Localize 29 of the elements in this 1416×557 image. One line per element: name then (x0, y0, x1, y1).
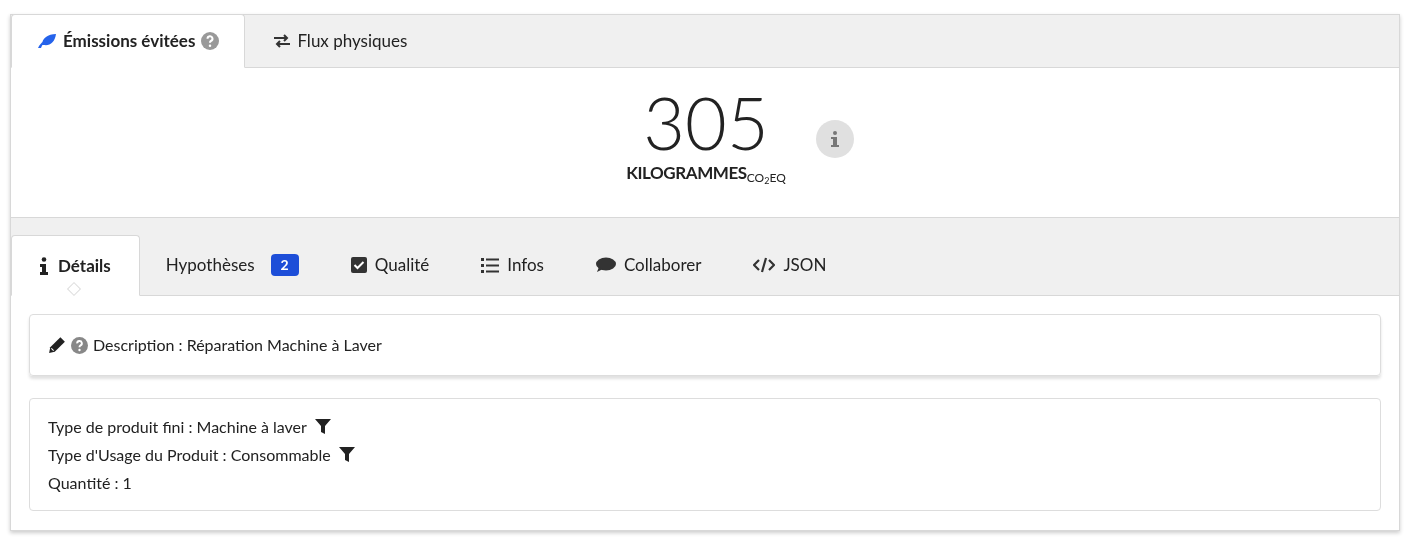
tab[interactable]: JSON (727, 235, 853, 295)
list-icon (481, 257, 500, 273)
property-text: Type d'Usage du Produit : Consommable (48, 444, 331, 466)
property-text: Type de produit fini : Machine à laver (48, 416, 307, 438)
description-text: Description : Réparation Machine à Laver (93, 334, 382, 356)
unit-suffix: CO$_{2}$EQ (746, 169, 786, 186)
help-icon[interactable] (201, 32, 220, 50)
checkbox-icon (350, 257, 367, 273)
tab[interactable]: Détails (11, 235, 140, 296)
pencil-icon[interactable] (48, 336, 66, 354)
tab[interactable]: Hypothèses 2 (139, 235, 325, 295)
tab[interactable]: Qualité (324, 235, 456, 295)
filter-icon[interactable] (314, 418, 331, 435)
tab[interactable]: Collaborer (569, 235, 728, 295)
code-icon (753, 257, 776, 273)
leaf-icon (37, 33, 57, 49)
tab[interactable]: Émissions évitées (11, 14, 246, 68)
tab[interactable]: Flux physiques (245, 14, 436, 67)
count-badge: 2 (270, 254, 299, 276)
help-icon[interactable] (71, 336, 88, 354)
result-unit: KILOGRAMMES (626, 161, 747, 185)
property-text: Quantité : 1 (48, 472, 132, 494)
filter-icon[interactable] (338, 446, 355, 463)
speech-bubble-icon (595, 257, 616, 273)
info-icon[interactable] (815, 120, 854, 158)
tab[interactable]: Infos (455, 235, 570, 295)
info-icon (40, 256, 48, 275)
exchange-icon (273, 32, 292, 49)
result-value: 305 (643, 86, 769, 158)
